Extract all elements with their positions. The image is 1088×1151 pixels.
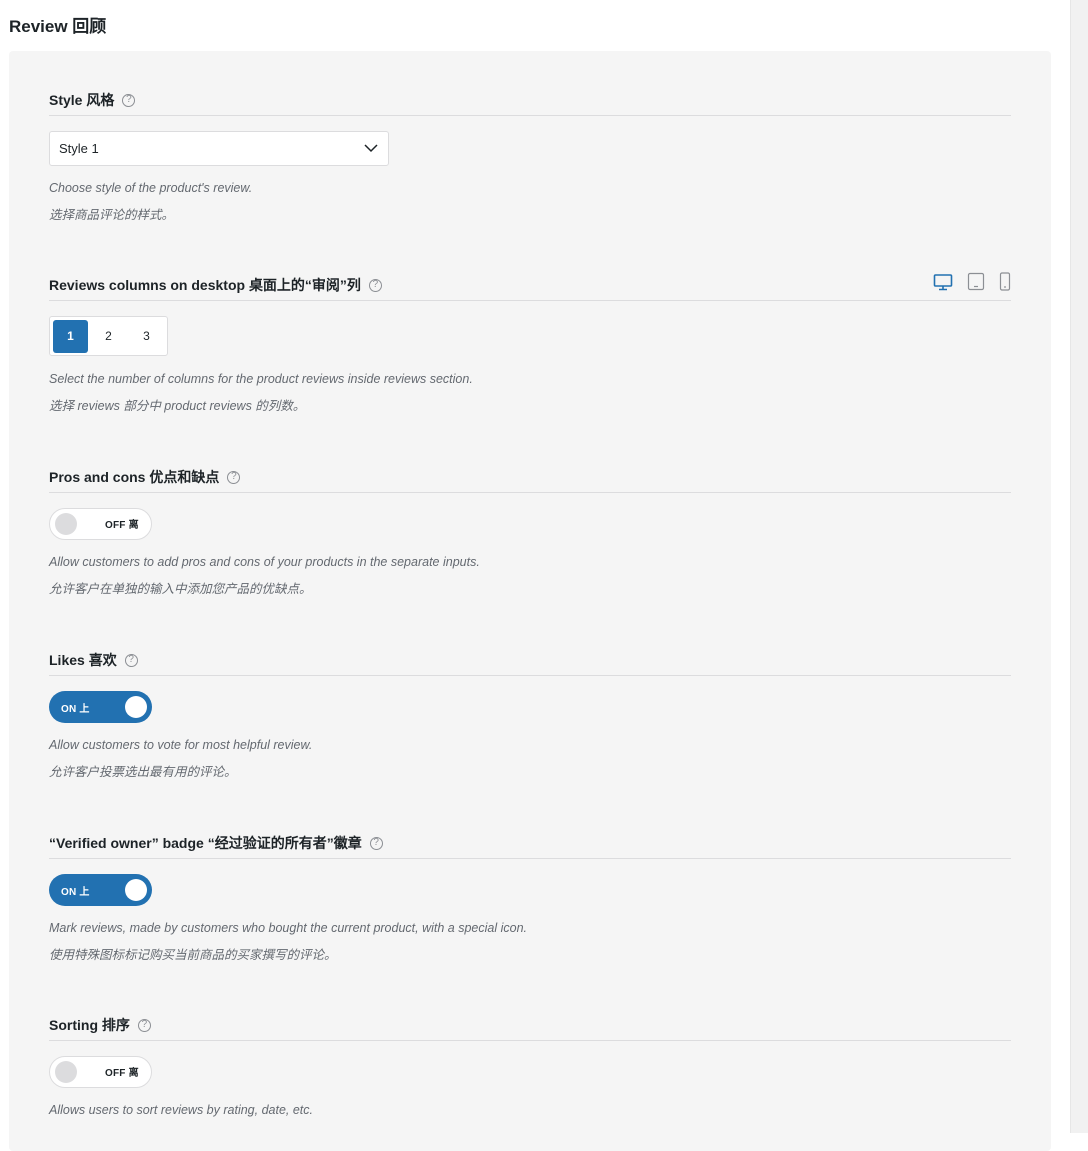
likes-description-zh: 允许客户投票选出最有用的评论。 xyxy=(49,765,237,779)
settings-panel: Style 风格 ? Style 1 Choose style of the p… xyxy=(9,51,1051,1151)
likes-title: Likes 喜欢 xyxy=(49,652,117,668)
verified-description-zh: 使用特殊图标标记购买当前商品的买家撰写的评论。 xyxy=(49,948,337,962)
desktop-icon[interactable] xyxy=(933,273,953,291)
columns-option-2[interactable]: 2 xyxy=(91,320,126,353)
page-title: Review 回顾 xyxy=(9,17,107,36)
style-select-value: Style 1 xyxy=(59,141,99,156)
help-icon[interactable]: ? xyxy=(124,653,138,667)
pros-cons-header: Pros and cons 优点和缺点 ? xyxy=(49,462,1011,493)
help-icon[interactable]: ? xyxy=(369,836,383,850)
columns-description-zh: 选择 reviews 部分中 product reviews 的列数。 xyxy=(49,399,306,413)
help-icon[interactable]: ? xyxy=(137,1018,151,1032)
pros-cons-toggle[interactable]: OFF 离 xyxy=(49,508,152,540)
device-switcher xyxy=(933,272,1011,291)
toggle-knob xyxy=(55,513,77,535)
help-icon[interactable]: ? xyxy=(368,278,382,292)
verified-toggle[interactable]: ON 上 xyxy=(49,874,152,906)
scrollbar[interactable] xyxy=(1070,0,1088,1133)
columns-title: Reviews columns on desktop 桌面上的“审阅”列 xyxy=(49,277,361,293)
mobile-icon[interactable] xyxy=(999,272,1011,291)
sorting-toggle[interactable]: OFF 离 xyxy=(49,1056,152,1088)
likes-header: Likes 喜欢 ? xyxy=(49,645,1011,676)
toggle-label: OFF 离 xyxy=(105,1067,139,1079)
columns-header: Reviews columns on desktop 桌面上的“审阅”列 ? xyxy=(49,270,1011,301)
help-icon[interactable]: ? xyxy=(122,93,136,107)
pros-cons-title: Pros and cons 优点和缺点 xyxy=(49,469,220,485)
style-description-zh: 选择商品评论的样式。 xyxy=(49,208,175,222)
style-section: Style 风格 ? Style 1 Choose style of the p… xyxy=(49,85,1011,223)
sorting-section: Sorting 排序 ? OFF 离 Allows users to sort … xyxy=(49,1010,1011,1118)
help-icon[interactable]: ? xyxy=(227,470,241,484)
likes-toggle[interactable]: ON 上 xyxy=(49,691,152,723)
sorting-title: Sorting 排序 xyxy=(49,1017,130,1033)
toggle-label: OFF 离 xyxy=(105,519,139,531)
sorting-description-en: Allows users to sort reviews by rating, … xyxy=(49,1103,313,1117)
columns-option-3[interactable]: 3 xyxy=(129,320,164,353)
chevron-down-icon xyxy=(364,144,378,153)
sorting-header: Sorting 排序 ? xyxy=(49,1010,1011,1041)
pros-cons-section: Pros and cons 优点和缺点 ? OFF 离 Allow custom… xyxy=(49,462,1011,597)
style-header: Style 风格 ? xyxy=(49,85,1011,116)
toggle-label: ON 上 xyxy=(61,886,90,898)
style-description-en: Choose style of the product's review. xyxy=(49,181,253,195)
columns-description-en: Select the number of columns for the pro… xyxy=(49,372,473,386)
likes-section: Likes 喜欢 ? ON 上 Allow customers to vote … xyxy=(49,645,1011,780)
toggle-knob xyxy=(125,696,147,718)
style-title: Style 风格 xyxy=(49,92,115,108)
toggle-knob xyxy=(125,879,147,901)
verified-header: “Verified owner” badge “经过验证的所有者”徽章 ? xyxy=(49,828,1011,859)
verified-section: “Verified owner” badge “经过验证的所有者”徽章 ? ON… xyxy=(49,828,1011,963)
toggle-label: ON 上 xyxy=(61,703,90,715)
tablet-icon[interactable] xyxy=(967,272,985,291)
columns-option-1[interactable]: 1 xyxy=(53,319,88,353)
likes-description-en: Allow customers to vote for most helpful… xyxy=(49,738,313,752)
columns-button-group: 1 2 3 xyxy=(49,316,168,356)
pros-cons-description-en: Allow customers to add pros and cons of … xyxy=(49,555,480,569)
pros-cons-description-zh: 允许客户在单独的输入中添加您产品的优缺点。 xyxy=(49,582,312,596)
verified-title: “Verified owner” badge “经过验证的所有者”徽章 xyxy=(49,835,362,851)
columns-section: Reviews columns on desktop 桌面上的“审阅”列 ? 1 xyxy=(49,270,1011,414)
verified-description-en: Mark reviews, made by customers who boug… xyxy=(49,921,527,935)
toggle-knob xyxy=(55,1061,77,1083)
style-select[interactable]: Style 1 xyxy=(49,131,389,166)
